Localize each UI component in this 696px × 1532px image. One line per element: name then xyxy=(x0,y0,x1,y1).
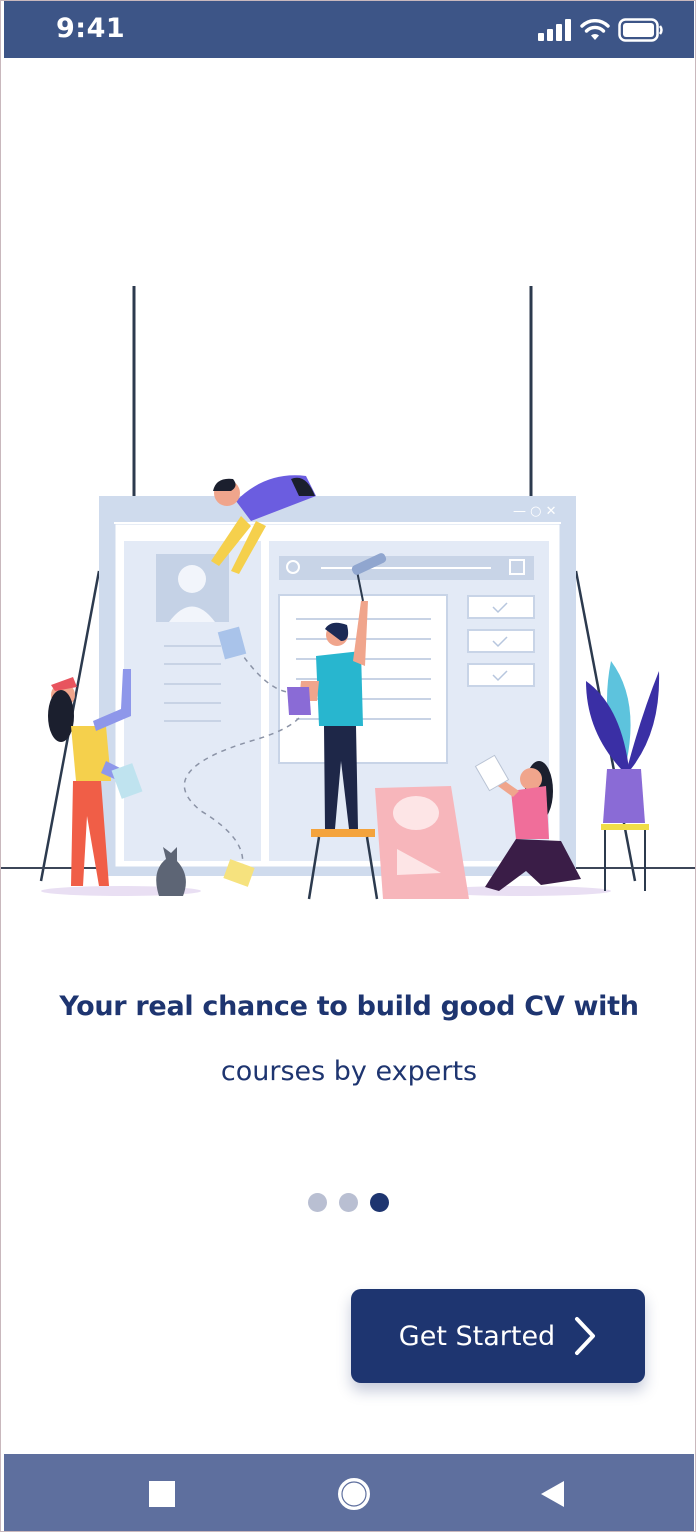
chevron-right-icon xyxy=(575,1317,596,1355)
onboarding-headline: Your real chance to build good CV with xyxy=(59,991,639,1022)
page-indicator xyxy=(308,1193,389,1212)
svg-text:— ○ ✕: — ○ ✕ xyxy=(513,504,557,519)
system-nav-bar xyxy=(4,1454,694,1531)
get-started-label: Get Started xyxy=(398,1320,556,1352)
signal-icon xyxy=(538,19,571,41)
onboarding-illustration: — ○ ✕ xyxy=(1,286,695,900)
back-icon xyxy=(541,1481,564,1507)
status-time: 9:41 xyxy=(56,13,126,44)
wifi-icon xyxy=(580,19,610,40)
page-dot-active[interactable] xyxy=(370,1193,389,1212)
status-icons xyxy=(538,17,664,43)
battery-icon xyxy=(618,18,663,42)
get-started-button[interactable]: Get Started xyxy=(351,1289,645,1383)
status-bar: 9:41 xyxy=(4,1,694,58)
onboarding-subline: courses by experts xyxy=(220,1056,478,1087)
page-dot[interactable] xyxy=(308,1193,327,1212)
app-screen: 9:41 — ○ ✕ Your real chance to build goo… xyxy=(0,0,696,1532)
recent-apps-icon xyxy=(149,1481,175,1507)
back-button[interactable] xyxy=(534,1476,570,1512)
home-icon xyxy=(338,1478,370,1510)
home-button[interactable] xyxy=(336,1476,372,1512)
recent-apps-button[interactable] xyxy=(144,1476,180,1512)
page-dot[interactable] xyxy=(339,1193,358,1212)
